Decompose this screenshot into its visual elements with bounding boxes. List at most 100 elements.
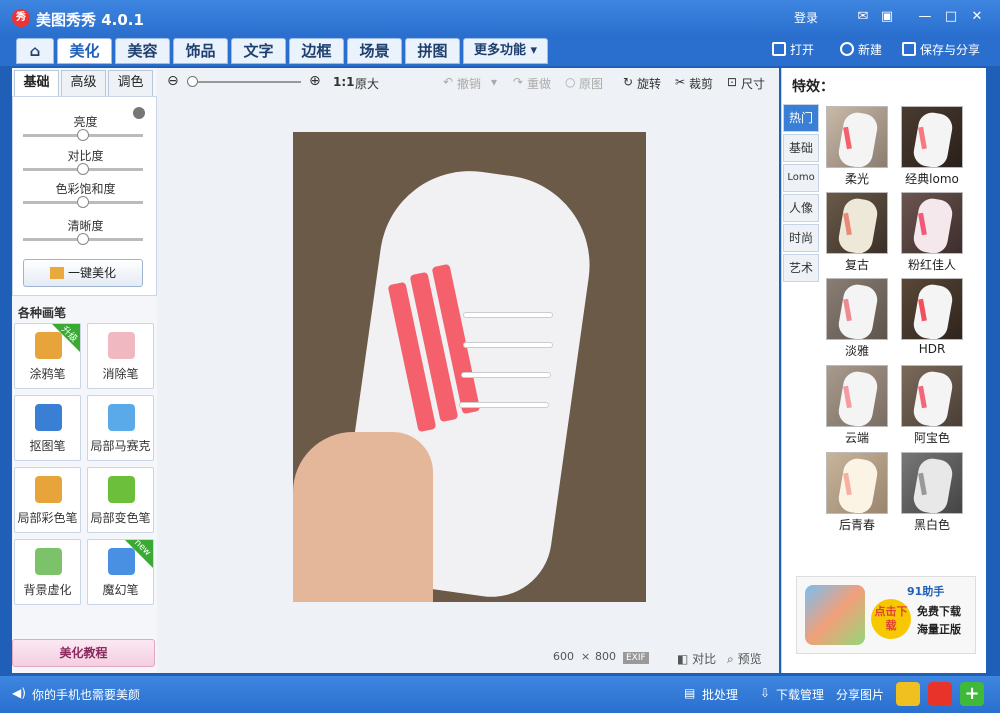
subtab-advanced[interactable]: 高级	[61, 70, 106, 96]
saturation-knob[interactable]	[77, 196, 89, 208]
resize-icon[interactable]: ⊡	[727, 75, 737, 89]
login-link[interactable]: 登录	[794, 9, 818, 26]
one-key-beautify-button[interactable]: 一键美化	[23, 259, 143, 287]
effect-cloud[interactable]: 云端	[826, 365, 888, 446]
subtab-color[interactable]: 调色	[108, 70, 153, 96]
rotate-button[interactable]: 旋转	[637, 75, 661, 92]
effect-thumbnail	[826, 106, 888, 168]
left-panel: 基础 高级 调色 亮度 对比度 色彩饱和度 清晰度 一键美化 各种画笔 升级 涂…	[12, 68, 157, 673]
resize-button[interactable]: 尺寸	[741, 75, 765, 92]
save-share-button[interactable]: 保存与分享	[902, 41, 980, 58]
zoom-out-icon[interactable]: ⊖	[167, 73, 179, 89]
undo-dropdown-icon[interactable]: ▾	[491, 75, 497, 89]
maximize-icon[interactable]: □	[942, 9, 960, 25]
batch-button[interactable]: 批处理	[702, 686, 738, 703]
tool-label: 背景虚化	[23, 583, 72, 597]
effect-black-white[interactable]: 黑白色	[901, 452, 963, 533]
compare-button[interactable]: ◧ 对比	[677, 650, 716, 667]
tab-frame[interactable]: 边框	[289, 38, 344, 64]
zoom-knob[interactable]	[187, 76, 198, 87]
tab-beautify[interactable]: 美化	[57, 38, 112, 64]
sharpness-slider[interactable]	[23, 233, 143, 245]
brushes-title: 各种画笔	[18, 306, 67, 320]
redo-button[interactable]: 重做	[527, 75, 551, 92]
saturation-slider[interactable]	[23, 196, 143, 208]
tool-label: 魔幻笔	[102, 583, 139, 597]
preview-label: 预览	[737, 652, 762, 666]
rotate-icon[interactable]: ↻	[623, 75, 633, 89]
effect-elegant[interactable]: 淡雅	[826, 278, 888, 359]
background-blur-tool[interactable]: 背景虚化	[14, 539, 81, 605]
category-fashion[interactable]: 时尚	[783, 224, 819, 252]
exif-button[interactable]: EXIF	[623, 650, 649, 664]
category-portrait[interactable]: 人像	[783, 194, 819, 222]
contrast-knob[interactable]	[77, 163, 89, 175]
minimize-icon[interactable]: —	[916, 9, 934, 25]
open-button[interactable]: 打开	[772, 41, 814, 58]
ad-download-button[interactable]: 点击下载	[871, 599, 911, 639]
tab-collage[interactable]: 拼图	[405, 38, 460, 64]
undo-button[interactable]: 撤销	[457, 75, 481, 92]
shoe-thumb	[836, 110, 880, 167]
preview-button[interactable]: ⌕ 预览	[727, 650, 762, 667]
contrast-slider[interactable]	[23, 163, 143, 175]
category-art[interactable]: 艺术	[783, 254, 819, 282]
redo-icon[interactable]: ↷	[513, 75, 523, 89]
color-change-brush-tool[interactable]: 局部变色笔	[87, 467, 154, 533]
cutout-brush-tool[interactable]: 抠图笔	[14, 395, 81, 461]
brightness-knob[interactable]	[77, 129, 89, 141]
subtab-basic[interactable]: 基础	[14, 70, 59, 96]
eraser-brush-tool[interactable]: 消除笔	[87, 323, 154, 389]
effect-soft-light[interactable]: 柔光	[826, 106, 888, 187]
zoom-slider[interactable]	[187, 76, 301, 87]
download-icon[interactable]: ⇩	[760, 686, 770, 700]
skin-icon[interactable]: ▣	[878, 9, 896, 25]
effect-classic-lomo[interactable]: 经典lomo	[901, 106, 963, 187]
chat-icon[interactable]: ✉	[854, 9, 872, 25]
ad-line2: 海量正版	[917, 623, 961, 636]
download-manager-button[interactable]: 下载管理	[776, 686, 824, 703]
original-button[interactable]: 原图	[579, 75, 603, 92]
effect-youth[interactable]: 后青春	[826, 452, 888, 533]
tab-more-features[interactable]: 更多功能 ▾	[463, 38, 548, 64]
close-icon[interactable]: ✕	[968, 9, 986, 25]
tab-text[interactable]: 文字	[231, 38, 286, 64]
home-icon[interactable]: ⌂	[16, 38, 54, 64]
zoom-ratio-button[interactable]: 1:1	[333, 75, 355, 89]
advertisement-banner[interactable]: 91助手 点击下载 免费下载 海量正版	[796, 576, 976, 654]
batch-icon[interactable]: ▤	[684, 686, 695, 700]
tutorial-button[interactable]: 美化教程	[12, 639, 155, 667]
brightness-slider[interactable]	[23, 129, 143, 141]
doodle-brush-tool[interactable]: 升级 涂鸦笔	[14, 323, 81, 389]
qzone-icon[interactable]	[896, 682, 920, 706]
zoom-in-icon[interactable]: ⊕	[309, 73, 321, 89]
effect-label: 复古	[844, 258, 869, 272]
tab-scene[interactable]: 场景	[347, 38, 402, 64]
category-lomo[interactable]: Lomo	[783, 164, 819, 192]
photo-canvas[interactable]	[293, 132, 646, 602]
tab-face[interactable]: 美容	[115, 38, 170, 64]
local-color-brush-tool[interactable]: 局部彩色笔	[14, 467, 81, 533]
magic-brush-tool[interactable]: new 魔幻笔	[87, 538, 154, 605]
sharpness-knob[interactable]	[77, 233, 89, 245]
shoe-thumb	[911, 110, 955, 167]
mosaic-brush-tool[interactable]: 局部马赛克	[87, 395, 154, 461]
status-tip[interactable]: 你的手机也需要美颜	[32, 686, 140, 703]
original-size-button[interactable]: 原大	[355, 75, 379, 92]
crop-button[interactable]: 裁剪	[689, 75, 713, 92]
category-hot[interactable]: 热门	[783, 104, 819, 132]
tab-accessories[interactable]: 饰品	[173, 38, 228, 64]
weibo-icon[interactable]	[928, 682, 952, 706]
effect-pink-lady[interactable]: 粉红佳人	[901, 192, 963, 273]
effect-vintage[interactable]: 复古	[826, 192, 888, 273]
effect-abao-color[interactable]: 阿宝色	[901, 365, 963, 446]
undo-icon[interactable]: ↶	[443, 75, 453, 89]
ad-line1: 免费下载	[917, 605, 961, 618]
effect-hdr[interactable]: HDR	[901, 278, 963, 356]
scissors-icon[interactable]: ✂	[675, 75, 685, 89]
category-basic[interactable]: 基础	[783, 134, 819, 162]
share-image-button[interactable]: 分享图片	[836, 686, 884, 703]
add-share-icon[interactable]: +	[960, 682, 984, 706]
new-button[interactable]: 新建	[840, 41, 882, 58]
original-icon[interactable]: ○	[565, 75, 575, 89]
